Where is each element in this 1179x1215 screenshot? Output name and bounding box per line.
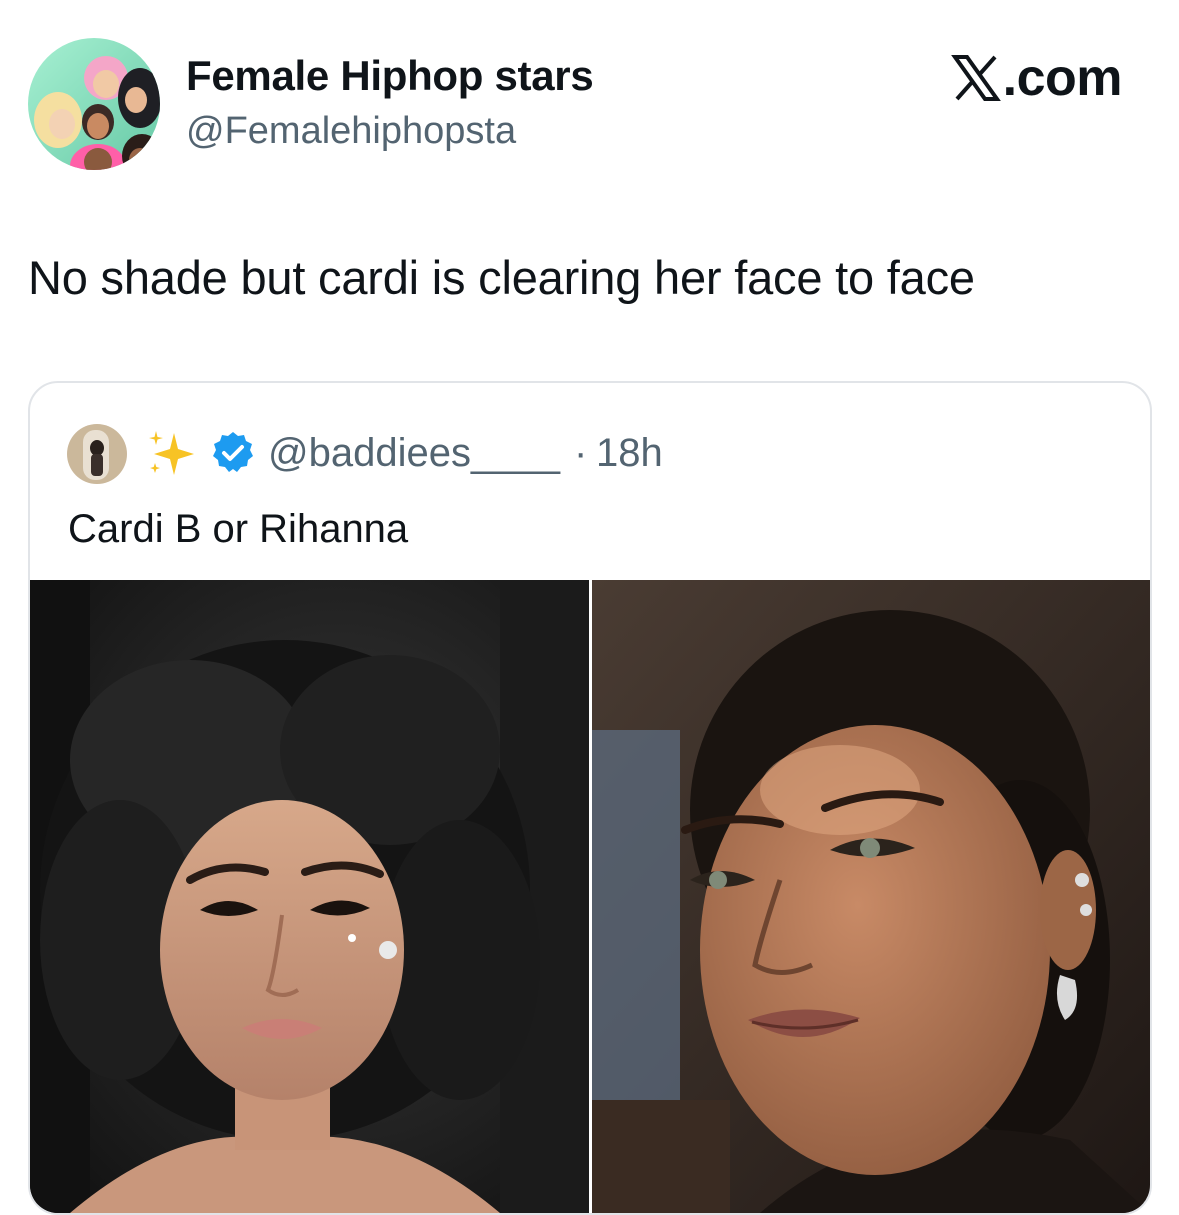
author-display-name[interactable]: Female Hiphop stars [186,52,594,100]
cartoon-group-avatar-icon [28,38,160,170]
media-divider [589,580,592,1213]
photo-woman-black-curled-hair-icon [30,580,590,1213]
media-photo-left[interactable] [30,580,590,1213]
tweet-text: No shade but cardi is clearing her face … [28,251,975,304]
quoted-author-avatar[interactable] [67,424,127,484]
verified-badge-icon [213,432,253,472]
sparkles-icon [149,431,194,475]
media-grid [30,580,1150,1213]
x-logo-icon [950,55,1001,101]
x-brand-watermark: .com [950,48,1123,108]
photo-woman-slicked-back-hair-icon [590,580,1150,1213]
brand-domain-text: .com [1002,49,1123,107]
author-avatar[interactable] [28,38,160,170]
media-photo-right[interactable] [590,580,1150,1213]
author-handle[interactable]: @Femalehiphopsta [186,110,516,153]
quoted-timestamp[interactable]: 18h [596,431,663,476]
quoted-tweet-card[interactable]: @baddiees____ · 18h Cardi B or Rihanna [28,381,1152,1215]
quoted-tweet-text: Cardi B or Rihanna [68,507,409,551]
quoted-author-handle[interactable]: @baddiees____ [268,431,560,476]
mirror-selfie-avatar-icon [67,424,127,484]
meta-separator: · [574,431,588,475]
